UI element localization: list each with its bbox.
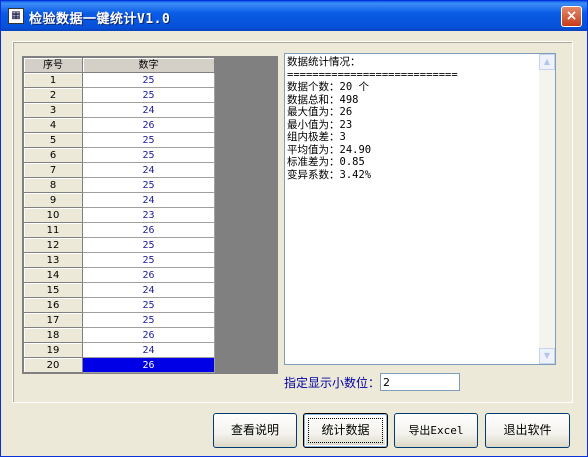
help-button[interactable]: 查看说明 [213, 413, 297, 448]
stats-line: 平均值为：24.90 [287, 143, 372, 156]
row-index-cell[interactable]: 1 [23, 72, 83, 88]
row-index-cell[interactable]: 13 [23, 252, 83, 268]
stats-button[interactable]: 统计数据 [303, 413, 388, 448]
row-value-cell[interactable]: 24 [82, 192, 215, 208]
table-row[interactable]: 15 24 [23, 282, 215, 298]
row-index-cell[interactable]: 18 [23, 327, 83, 343]
row-value-cell[interactable]: 25 [82, 147, 215, 163]
table-row[interactable]: 5 25 [23, 132, 215, 148]
row-value-cell[interactable]: 23 [82, 207, 215, 223]
precision-label: 指定显示小数位： [284, 376, 381, 390]
row-value-cell[interactable]: 25 [82, 132, 215, 148]
table-row[interactable]: 4 26 [23, 117, 215, 133]
focus-rect [308, 418, 383, 443]
scroll-up-icon[interactable]: ▲ [539, 54, 555, 70]
table-row[interactable]: 20 26 [23, 357, 215, 373]
row-index-cell[interactable]: 6 [23, 147, 83, 163]
table-row[interactable]: 6 25 [23, 147, 215, 163]
row-value-cell[interactable]: 25 [82, 72, 215, 88]
row-value-cell[interactable]: 25 [82, 252, 215, 268]
table-row[interactable]: 11 26 [23, 222, 215, 238]
row-value-cell[interactable]: 25 [82, 297, 215, 313]
row-index-cell[interactable]: 4 [23, 117, 83, 133]
stats-line: 数据统计情况： [287, 56, 361, 68]
table-row[interactable]: 16 25 [23, 297, 215, 313]
window-title: 检验数据一键统计V1.0 [29, 12, 171, 27]
stats-line: 数据总和：498 [287, 93, 359, 106]
stats-line: 变异系数：3.42% [287, 168, 372, 181]
table-row[interactable]: 7 24 [23, 162, 215, 178]
stats-line: 数据个数：20 个 [287, 81, 369, 93]
row-value-cell[interactable]: 26 [82, 117, 215, 133]
scroll-down-icon[interactable]: ▼ [539, 348, 555, 364]
row-index-cell[interactable]: 5 [23, 132, 83, 148]
stats-line: 最大值为：26 [287, 106, 353, 118]
app-icon[interactable]: ▦ [8, 8, 24, 24]
row-index-cell[interactable]: 11 [23, 222, 83, 238]
stats-line: =========================== [287, 68, 458, 81]
table-row[interactable]: 17 25 [23, 312, 215, 328]
row-index-cell[interactable]: 10 [23, 207, 83, 223]
row-value-cell[interactable]: 26 [82, 327, 215, 343]
row-value-cell[interactable]: 24 [82, 102, 215, 118]
row-index-cell[interactable]: 14 [23, 267, 83, 283]
data-grid[interactable]: 序号 数字 1 25 2 25 3 24 4 26 5 25 6 25 7 24 8 25 9 24 10 23 11 2… [22, 56, 278, 374]
title-bar[interactable]: ▦ 检验数据一键统计V1.0 × [1, 1, 587, 31]
row-index-cell[interactable]: 7 [23, 162, 83, 178]
table-row[interactable]: 1 25 [23, 72, 215, 88]
table-row[interactable]: 10 23 [23, 207, 215, 223]
table-row[interactable]: 12 25 [23, 237, 215, 253]
precision-input[interactable] [380, 373, 460, 391]
vertical-scrollbar[interactable]: ▲ ▼ [539, 54, 555, 364]
stats-line: 标准差为：0.85 [287, 156, 365, 168]
row-value-cell[interactable]: 25 [82, 87, 215, 103]
stats-line: 最小值为：23 [287, 118, 353, 131]
row-value-cell[interactable]: 25 [82, 237, 215, 253]
stats-text: 数据统计情况： =========================== 数据个数：2… [287, 56, 537, 181]
stats-line: 组内极差：3 [287, 131, 346, 143]
row-index-cell[interactable]: 19 [23, 342, 83, 358]
table-row[interactable]: 9 24 [23, 192, 215, 208]
row-index-cell[interactable]: 9 [23, 192, 83, 208]
row-index-cell[interactable]: 2 [23, 87, 83, 103]
exit-button[interactable]: 退出软件 [485, 413, 570, 448]
row-index-cell[interactable]: 8 [23, 177, 83, 193]
row-index-cell[interactable]: 20 [23, 357, 83, 373]
grid-header-row: 序号 数字 [23, 57, 215, 73]
column-header-index[interactable]: 序号 [23, 57, 83, 73]
row-index-cell[interactable]: 12 [23, 237, 83, 253]
row-value-cell[interactable]: 26 [82, 222, 215, 238]
table-row[interactable]: 18 26 [23, 327, 215, 343]
stats-memo[interactable]: 数据统计情况： =========================== 数据个数：2… [284, 53, 556, 365]
row-value-cell[interactable]: 24 [82, 282, 215, 298]
close-button[interactable]: × [561, 6, 582, 27]
table-row[interactable]: 8 25 [23, 177, 215, 193]
row-index-cell[interactable]: 3 [23, 102, 83, 118]
main-window: ▦ 检验数据一键统计V1.0 × 序号 数字 1 25 2 25 3 24 4 26 5 25 6 2… [0, 0, 588, 457]
row-value-cell[interactable]: 24 [82, 342, 215, 358]
row-index-cell[interactable]: 15 [23, 282, 83, 298]
row-value-cell[interactable]: 24 [82, 162, 215, 178]
column-header-number[interactable]: 数字 [82, 57, 215, 73]
table-row[interactable]: 19 24 [23, 342, 215, 358]
table-row[interactable]: 3 24 [23, 102, 215, 118]
data-table: 序号 数字 1 25 2 25 3 24 4 26 5 25 6 25 7 24 8 25 9 24 10 23 11 2… [23, 57, 215, 373]
table-row[interactable]: 2 25 [23, 87, 215, 103]
row-index-cell[interactable]: 16 [23, 297, 83, 313]
row-value-cell[interactable]: 26 [82, 357, 215, 373]
row-index-cell[interactable]: 17 [23, 312, 83, 328]
table-row[interactable]: 13 25 [23, 252, 215, 268]
row-value-cell[interactable]: 25 [82, 312, 215, 328]
row-value-cell[interactable]: 26 [82, 267, 215, 283]
export-excel-button[interactable]: 导出Excel [394, 413, 478, 448]
row-value-cell[interactable]: 25 [82, 177, 215, 193]
table-row[interactable]: 14 26 [23, 267, 215, 283]
